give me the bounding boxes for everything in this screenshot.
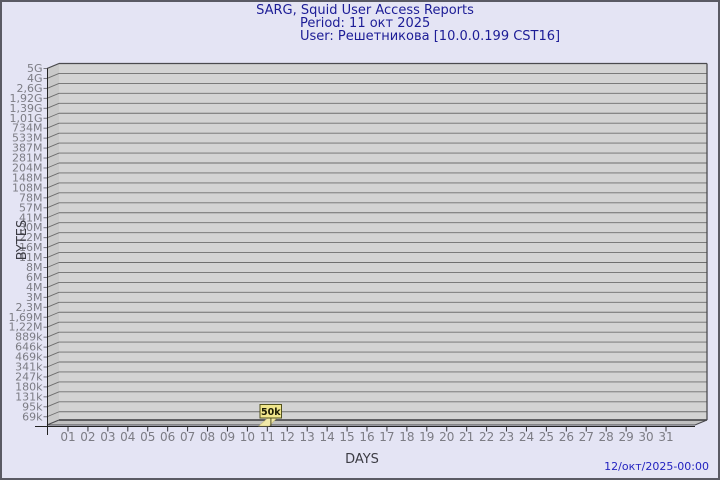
chart-3d-walls bbox=[47, 64, 707, 426]
x-tick-label: 18 bbox=[399, 430, 414, 444]
x-tick-label: 15 bbox=[339, 430, 354, 444]
chart-plot: 5G4G2,6G1,92G1,39G1,01G734M533M387M281M2… bbox=[2, 2, 720, 480]
chart-user: User: Решетникова [10.0.0.199 CST16] bbox=[300, 30, 560, 43]
x-tick-label: 31 bbox=[658, 430, 673, 444]
x-tick-label: 30 bbox=[638, 430, 653, 444]
x-tick-label: 05 bbox=[140, 430, 155, 444]
x-tick-label: 28 bbox=[599, 430, 614, 444]
x-tick-label: 03 bbox=[100, 430, 115, 444]
x-axis-ticks: 01 02 03 04 05 06 07 08 09 10 11 12 13 14 15 16 17 18 19 20… bbox=[60, 427, 673, 444]
y-tick-label: 69k bbox=[22, 410, 43, 423]
x-tick-label: 06 bbox=[160, 430, 175, 444]
x-tick-label: 01 bbox=[60, 430, 75, 444]
x-tick-label: 16 bbox=[359, 430, 374, 444]
x-tick-label: 24 bbox=[519, 430, 534, 444]
x-tick-label: 23 bbox=[499, 430, 514, 444]
x-tick-label: 17 bbox=[379, 430, 394, 444]
x-tick-label: 09 bbox=[220, 430, 235, 444]
x-tick-label: 27 bbox=[579, 430, 594, 444]
x-tick-label: 19 bbox=[419, 430, 434, 444]
x-tick-label: 02 bbox=[80, 430, 95, 444]
x-tick-label: 22 bbox=[479, 430, 494, 444]
x-tick-label: 13 bbox=[300, 430, 315, 444]
x-tick-label: 26 bbox=[559, 430, 574, 444]
timestamp: 12/окт/2025-00:00 bbox=[604, 460, 709, 473]
x-tick-label: 20 bbox=[439, 430, 454, 444]
x-tick-label: 21 bbox=[459, 430, 474, 444]
x-tick-label: 08 bbox=[200, 430, 215, 444]
x-tick-label: 07 bbox=[180, 430, 195, 444]
x-tick-label: 29 bbox=[618, 430, 633, 444]
x-tick-label: 04 bbox=[120, 430, 135, 444]
plot-area bbox=[59, 64, 707, 421]
x-tick-label: 10 bbox=[240, 430, 255, 444]
x-axis-title: DAYS bbox=[345, 452, 379, 467]
annotation-label: 50k bbox=[261, 407, 281, 418]
y-axis-title: BYTES bbox=[15, 220, 30, 261]
report-canvas: SARG, Squid User Access Reports Period: … bbox=[0, 0, 720, 480]
x-tick-label: 14 bbox=[319, 430, 334, 444]
x-tick-label: 25 bbox=[539, 430, 554, 444]
x-tick-label: 12 bbox=[280, 430, 295, 444]
x-tick-label: 11 bbox=[260, 430, 275, 444]
